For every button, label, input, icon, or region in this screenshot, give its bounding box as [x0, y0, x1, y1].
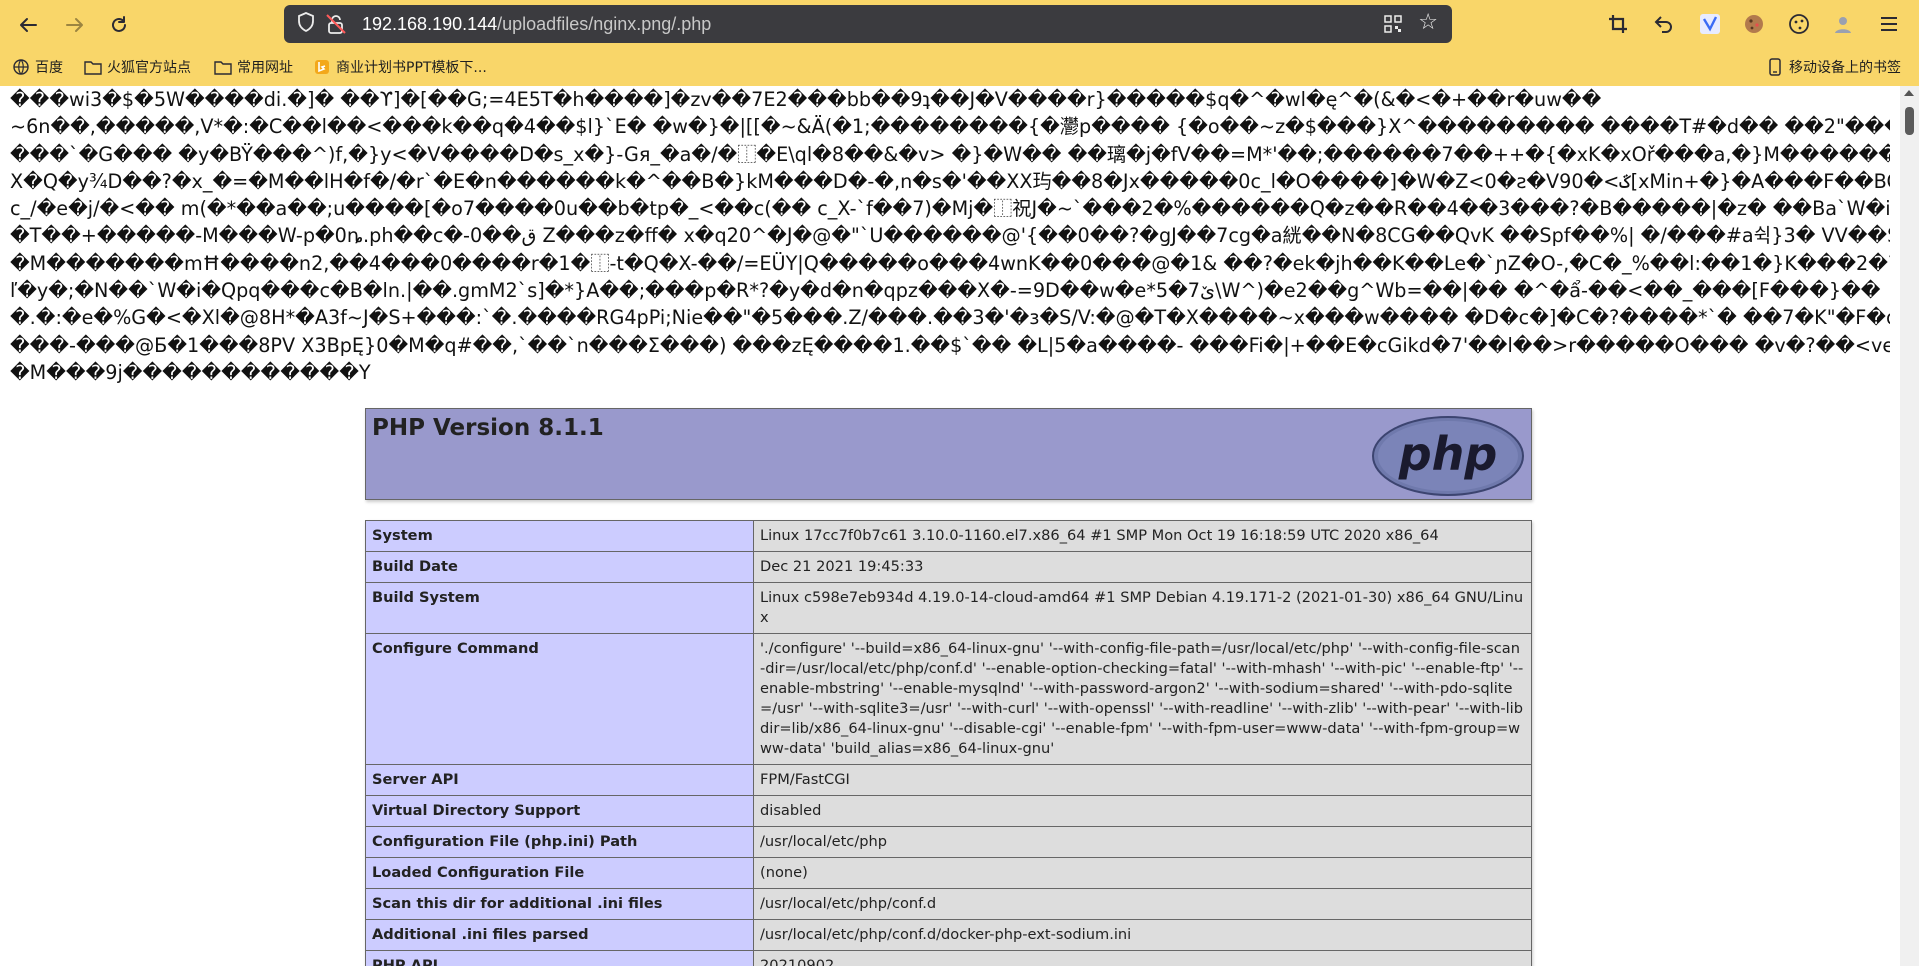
- phpinfo-value: Linux 17cc7f0b7c61 3.10.0-1160.el7.x86_6…: [753, 520, 1532, 552]
- globe-icon: [12, 58, 30, 76]
- php-logo[interactable]: php: [1371, 415, 1525, 497]
- url-host: 192.168.190.144: [362, 14, 498, 34]
- vertical-scrollbar[interactable]: [1900, 86, 1919, 966]
- phpinfo-key: Additional .ini files parsed: [365, 919, 754, 951]
- phpinfo-value: './configure' '--build=x86_64-linux-gnu'…: [753, 633, 1532, 765]
- phpinfo-panel: PHP Version 8.1.1 php System Linux 17cc7f…: [365, 408, 1532, 966]
- page-viewport: ���wi3�$�5W����di.�]� ��ϒ]�[��G;=4E5T�h�…: [0, 86, 1900, 966]
- phpinfo-value: disabled: [753, 795, 1532, 827]
- garbled-line: ľ�y�;�N��`W�i�Qpq���c�B�ln.|��.gmM2`s]�*…: [10, 279, 1881, 303]
- bookmark-label: 百度: [35, 60, 63, 76]
- back-arrow-icon: [20, 18, 37, 32]
- phpinfo-key: Loaded Configuration File: [365, 857, 754, 889]
- garbled-line: ���`�G��� �y�BŸ���^)f,�}y<�V����D�s_x�}-…: [10, 142, 1890, 166]
- mobile-device-icon: [1766, 58, 1784, 76]
- extension-translate-icon[interactable]: [1697, 11, 1723, 37]
- phpinfo-key: Virtual Directory Support: [365, 795, 754, 827]
- phpinfo-key: Build Date: [365, 551, 754, 583]
- extension-cookie-outline-icon[interactable]: [1786, 11, 1812, 37]
- menu-hamburger-icon[interactable]: [1876, 11, 1902, 37]
- bookmark-baidu[interactable]: 百度: [12, 56, 63, 78]
- address-bar[interactable]: 192.168.190.144/uploadfiles/nginx.png/.p…: [284, 5, 1452, 43]
- scrollbar-thumb[interactable]: [1905, 107, 1914, 135]
- undo-arrow-icon[interactable]: [1650, 11, 1676, 37]
- phpinfo-row: Build System Linux c598e7eb934d 4.19.0-14…: [365, 582, 1532, 634]
- bookmark-label: 常用网址: [237, 60, 293, 76]
- garbled-line: X�Q�y¾D��?�x_�=�M��lH�f�/�r`�E�n������k�…: [10, 169, 1890, 193]
- scroll-up-arrow-icon[interactable]: [1904, 90, 1914, 96]
- url-text[interactable]: 192.168.190.144/uploadfiles/nginx.png/.p…: [362, 14, 711, 35]
- navigation-toolbar: 192.168.190.144/uploadfiles/nginx.png/.p…: [0, 0, 1919, 48]
- reload-button[interactable]: [103, 9, 135, 41]
- phpinfo-header: PHP Version 8.1.1 php: [365, 408, 1532, 500]
- php-version-title: PHP Version 8.1.1: [372, 415, 604, 441]
- phpinfo-value: /usr/local/etc/php/conf.d/docker-php-ext…: [753, 919, 1532, 951]
- phpinfo-value: (none): [753, 857, 1532, 889]
- bookmark-common-urls[interactable]: 常用网址: [214, 56, 293, 78]
- phpinfo-value: /usr/local/etc/php: [753, 826, 1532, 858]
- garbled-line: c_/�e�j/�<�� m(�*��a��;u����[�o7����0u��…: [10, 197, 1890, 221]
- account-avatar-icon[interactable]: [1830, 11, 1856, 37]
- back-button[interactable]: [12, 9, 44, 41]
- folder-icon: [84, 58, 102, 76]
- phpinfo-key: Scan this dir for additional .ini files: [365, 888, 754, 920]
- forward-button[interactable]: [59, 9, 91, 41]
- bookmark-business-ppt[interactable]: 商业计划书PPT模板下...: [313, 56, 487, 78]
- garbled-line: �M���9j������������Y: [10, 360, 371, 384]
- phpinfo-row: PHP API 20210902: [365, 950, 1532, 966]
- phpinfo-row: Scan this dir for additional .ini files /…: [365, 888, 1532, 920]
- garbled-line: ���-���@Б�1���8PV X3BpĘ}0�M�q#��,`��`n��…: [10, 333, 1890, 357]
- phpinfo-key: System: [365, 520, 754, 552]
- bookmark-label: 商业计划书PPT模板下...: [336, 60, 487, 76]
- bookmark-firefox-official[interactable]: 火狐官方站点: [84, 56, 191, 78]
- phpinfo-value: FPM/FastCGI: [753, 764, 1532, 796]
- phpinfo-key: Configuration File (php.ini) Path: [365, 826, 754, 858]
- phpinfo-row: Loaded Configuration File (none): [365, 857, 1532, 889]
- garbled-line: �T��+�����-M���W-p�0ȵ.ph��c�-0��ق Z���z�…: [10, 224, 1890, 248]
- php-logo-text: php: [1398, 427, 1498, 481]
- bing-favicon-icon: [313, 58, 331, 76]
- phpinfo-key: Server API: [365, 764, 754, 796]
- phpinfo-row: Build Date Dec 21 2021 19:45:33: [365, 551, 1532, 583]
- phpinfo-value: Dec 21 2021 19:45:33: [753, 551, 1532, 583]
- garbled-line: �.�:�e�%G�<�Xl�@8H*�A3f~J�S+���:`�.����R…: [10, 306, 1890, 330]
- garbled-line: �M�������mĦ����n2,��4���0����r�1�⿰-t�Q�X…: [10, 251, 1890, 275]
- bookmark-star-icon[interactable]: ☆: [1418, 10, 1438, 35]
- phpinfo-row: Configuration File (php.ini) Path/usr/lo…: [365, 826, 1532, 858]
- phpinfo-row: Configure Command './configure' '--build=…: [365, 633, 1532, 765]
- forward-arrow-icon: [66, 18, 83, 32]
- phpinfo-key: Build System: [365, 582, 754, 634]
- phpinfo-row: Additional .ini files parsed/usr/local/e…: [365, 919, 1532, 951]
- qr-code-icon[interactable]: [1384, 15, 1402, 33]
- reload-icon: [112, 16, 126, 32]
- phpinfo-row: Server API FPM/FastCGI: [365, 764, 1532, 796]
- garbled-line: ���wi3�$�5W����di.�]� ��ϒ]�[��G;=4E5T�h�…: [10, 88, 1602, 111]
- insecure-lock-icon[interactable]: [324, 12, 348, 36]
- tracking-protection-shield-icon[interactable]: [294, 12, 318, 36]
- phpinfo-key: PHP API: [365, 950, 754, 966]
- phpinfo-table: System Linux 17cc7f0b7c61 3.10.0-1160.el7…: [365, 520, 1532, 966]
- phpinfo-key: Configure Command: [365, 633, 754, 765]
- bookmark-mobile-bookmarks[interactable]: 移动设备上的书签: [1766, 56, 1901, 78]
- phpinfo-value: Linux c598e7eb934d 4.19.0-14-cloud-amd64…: [753, 582, 1532, 634]
- crop-screenshot-icon[interactable]: [1605, 11, 1631, 37]
- phpinfo-value: 20210902: [753, 950, 1532, 966]
- bookmark-label: 移动设备上的书签: [1789, 60, 1901, 76]
- browser-chrome: 192.168.190.144/uploadfiles/nginx.png/.p…: [0, 0, 1919, 86]
- phpinfo-row: System Linux 17cc7f0b7c61 3.10.0-1160.el7…: [365, 520, 1532, 552]
- extension-cookie-icon[interactable]: [1741, 11, 1767, 37]
- phpinfo-value: /usr/local/etc/php/conf.d: [753, 888, 1532, 920]
- garbled-line: ~6n��,�����,V*�:�C��l��<���k��q�4��$l}`E…: [10, 115, 1890, 139]
- bookmark-label: 火狐官方站点: [107, 60, 191, 76]
- garbled-binary-text: ���wi3�$�5W����di.�]� ��ϒ]�[��G;=4E5T�h�…: [10, 86, 1890, 386]
- bookmarks-toolbar: 百度 火狐官方站点 常用网址 商业计划书PPT模板下... 移动设备上的书签: [0, 52, 1919, 82]
- url-path: /uploadfiles/nginx.png/.php: [497, 14, 712, 34]
- folder-icon: [214, 58, 232, 76]
- phpinfo-row: Virtual Directory Support disabled: [365, 795, 1532, 827]
